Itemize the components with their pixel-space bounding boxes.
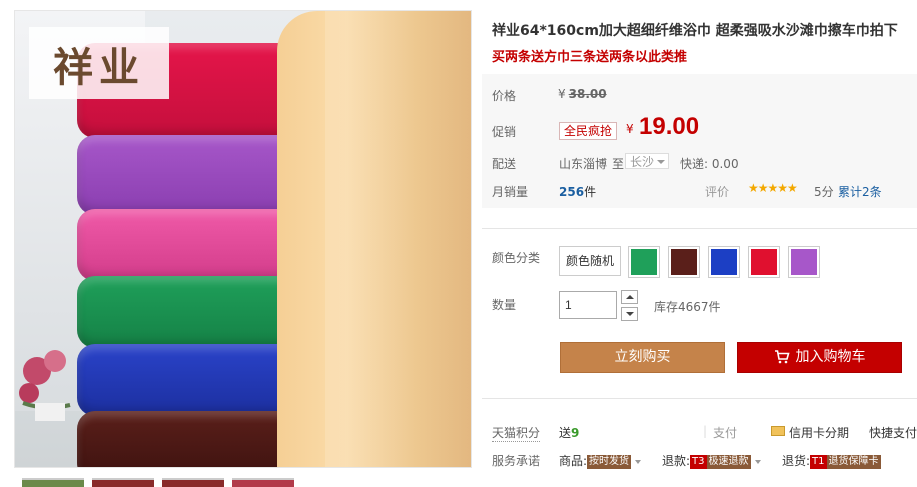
thumbnail-strip xyxy=(22,478,482,487)
sku-swatch-brown[interactable] xyxy=(668,246,700,278)
service-return-prefix: 退货: xyxy=(782,454,811,468)
service-label: 服务承诺 xyxy=(492,454,541,468)
swatch-color-red xyxy=(751,249,777,275)
arrow-down-icon xyxy=(626,312,634,316)
product-subtitle: 买两条送方巾三条送两条以此类推 xyxy=(492,50,688,65)
thumbnail-1[interactable] xyxy=(22,478,84,487)
monthly-sales-unit: 件 xyxy=(584,185,597,199)
service-refund-code: T3 xyxy=(690,454,707,469)
credit-card-icon xyxy=(771,426,785,436)
sku-swatch-green[interactable] xyxy=(628,246,660,278)
buy-now-button[interactable]: 立刻购买 xyxy=(560,342,725,373)
rating-label: 评价 xyxy=(705,185,730,199)
thumbnail-2[interactable] xyxy=(92,478,154,487)
brand-logo-text: 祥业 xyxy=(53,44,145,91)
chevron-down-icon xyxy=(754,459,761,464)
drape-shading xyxy=(325,11,471,467)
rating-stars: ★★★★★ xyxy=(748,181,798,195)
promo-price: 19.00 xyxy=(639,113,700,140)
quantity-input[interactable]: 1 xyxy=(559,291,617,319)
monthly-sales: 256件 xyxy=(559,183,596,200)
swatch-color-blue xyxy=(711,249,737,275)
divider xyxy=(482,228,917,229)
service-item-goods[interactable]: 商品: 按时发货 xyxy=(559,452,642,469)
service-refund-prefix: 退款: xyxy=(662,454,691,468)
thumbnail-4[interactable] xyxy=(232,478,294,487)
service-refund-tag: 极速退款 xyxy=(706,454,751,469)
service-return-code: T1 xyxy=(810,454,827,469)
add-to-cart-label: 加入购物车 xyxy=(795,349,866,365)
shipping-to-word: 至 xyxy=(612,157,625,171)
stock-count: 库存4667件 xyxy=(654,300,721,314)
shipping-city-value: 长沙 xyxy=(630,155,655,169)
payment-credit-installment[interactable]: 信用卡分期 xyxy=(789,424,849,441)
sku-swatch-blue[interactable] xyxy=(708,246,740,278)
shopping-cart-icon xyxy=(774,350,790,364)
service-return-tag: 退货保障卡 xyxy=(826,454,881,469)
thumbnail-3[interactable] xyxy=(162,478,224,487)
review-count-link[interactable]: 累计2条 xyxy=(838,183,882,200)
promo-badge: 全民疯抢 xyxy=(559,122,618,140)
original-price: ¥38.00 xyxy=(558,87,607,101)
swatch-color-brown xyxy=(671,249,697,275)
service-item-return[interactable]: 退货: T1 退货保障卡 xyxy=(782,452,881,469)
swatch-color-green xyxy=(631,249,657,275)
chevron-down-icon xyxy=(657,160,665,164)
sku-swatch-purple[interactable] xyxy=(788,246,820,278)
shipping-label: 配送 xyxy=(492,157,517,171)
chevron-down-icon xyxy=(635,459,642,464)
original-price-value: 38.00 xyxy=(568,87,607,101)
sku-option-random[interactable]: 颜色随机 xyxy=(559,246,621,276)
promo-currency: ¥ xyxy=(626,122,634,136)
buy-now-label: 立刻购买 xyxy=(614,349,671,365)
service-item-refund[interactable]: 退款: T3 极速退款 xyxy=(662,452,761,469)
swatch-color-purple xyxy=(791,249,817,275)
add-to-cart-button[interactable]: 加入购物车 xyxy=(737,342,902,373)
price-label: 价格 xyxy=(492,89,517,103)
points-value: 送9 xyxy=(559,424,579,441)
sku-label: 颜色分类 xyxy=(492,251,541,265)
monthly-sales-count: 256 xyxy=(559,185,585,199)
original-price-currency: ¥ xyxy=(558,87,566,101)
payment-label: 支付 xyxy=(713,426,738,440)
shipping-fee: 快递: 0.00 xyxy=(680,157,739,171)
arrow-up-icon xyxy=(626,295,634,299)
shipping-from: 山东淄博 xyxy=(559,157,608,171)
points-prefix: 送 xyxy=(559,426,572,440)
separator: | xyxy=(703,424,708,438)
points-number: 9 xyxy=(571,426,580,440)
shipping-city-select[interactable]: 长沙 xyxy=(625,153,669,169)
product-main-image[interactable]: 祥业 xyxy=(14,10,472,468)
product-title: 祥业64*160cm加大超细纤维浴巾 超柔强吸水沙滩巾擦车巾拍下 xyxy=(492,23,898,39)
brand-logo: 祥业 xyxy=(29,27,169,99)
quantity-increase-button[interactable] xyxy=(621,290,638,304)
sales-label: 月销量 xyxy=(492,185,529,199)
payment-fast-pay[interactable]: 快捷支付 xyxy=(869,424,917,441)
divider xyxy=(482,398,917,399)
service-goods-prefix: 商品: xyxy=(559,454,588,468)
quantity-label: 数量 xyxy=(492,298,517,312)
service-goods-tag: 按时发货 xyxy=(587,454,632,469)
quantity-decrease-button[interactable] xyxy=(621,307,638,321)
rating-score: 5分 xyxy=(814,185,834,199)
sku-swatch-red[interactable] xyxy=(748,246,780,278)
promo-label: 促销 xyxy=(492,125,517,139)
points-label[interactable]: 天猫积分 xyxy=(492,424,541,442)
